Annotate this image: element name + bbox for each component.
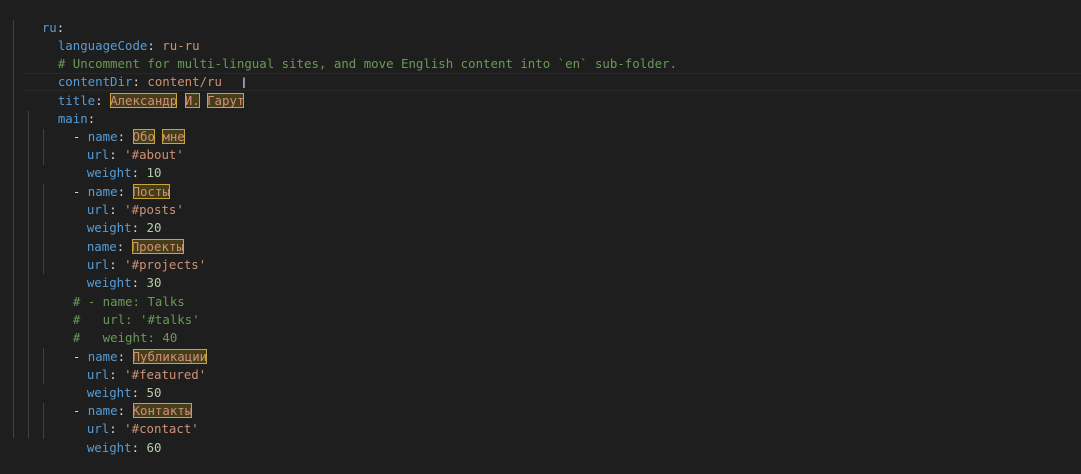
code-line[interactable]: main: xyxy=(28,92,95,126)
code-line[interactable]: weight: 30 xyxy=(57,256,162,290)
code-line[interactable]: weight: 10 xyxy=(57,146,162,180)
code-line[interactable]: - name: Публикации xyxy=(43,330,208,364)
yaml-number: 60 xyxy=(146,440,162,455)
code-line[interactable]: # Uncomment for multi-lingual sites, and… xyxy=(28,37,677,71)
text-cursor-icon: I xyxy=(241,76,247,92)
indent-guide xyxy=(28,111,29,438)
code-line[interactable]: languageCode: ru-ru xyxy=(28,19,200,53)
indent-guide xyxy=(13,20,14,438)
yaml-colon: : xyxy=(131,440,147,455)
yaml-key: weight xyxy=(86,440,132,455)
code-line[interactable]: url: '#about' xyxy=(57,128,184,162)
code-line[interactable]: - name: Обо мне xyxy=(43,110,185,144)
code-editor[interactable]: ru: languageCode: ru-ru # Uncomment for … xyxy=(0,0,1081,474)
code-line[interactable]: url: '#projects' xyxy=(57,238,206,272)
code-line[interactable]: ru: xyxy=(12,1,64,35)
code-line[interactable]: url: '#contact' xyxy=(57,402,199,436)
code-line[interactable]: # - name: Talks xyxy=(43,275,185,309)
code-line[interactable]: # weight: 40 xyxy=(43,311,177,345)
code-line[interactable]: weight: 60 xyxy=(57,421,162,455)
code-line[interactable]: contentDir: content/ru xyxy=(28,55,222,89)
highlighted-word: Гарут xyxy=(207,93,245,108)
highlighted-word: И. xyxy=(184,93,200,108)
code-line[interactable]: url: '#featured' xyxy=(57,348,206,382)
code-line[interactable]: name: Проекты xyxy=(57,220,184,254)
code-line[interactable]: weight: 50 xyxy=(57,366,162,400)
code-line[interactable]: - name: Контакты xyxy=(43,384,193,418)
code-line[interactable]: # url: '#talks' xyxy=(43,293,200,327)
code-line[interactable]: weight: 20 xyxy=(57,201,162,235)
current-line[interactable]: title: Александр И. Гарут xyxy=(22,73,1081,108)
code-line[interactable]: - name: Посты xyxy=(43,165,170,199)
yaml-colon: : xyxy=(95,93,111,108)
code-line[interactable]: url: '#posts' xyxy=(57,183,184,217)
highlighted-word: Александр xyxy=(110,93,178,108)
indent-guide xyxy=(43,220,44,274)
